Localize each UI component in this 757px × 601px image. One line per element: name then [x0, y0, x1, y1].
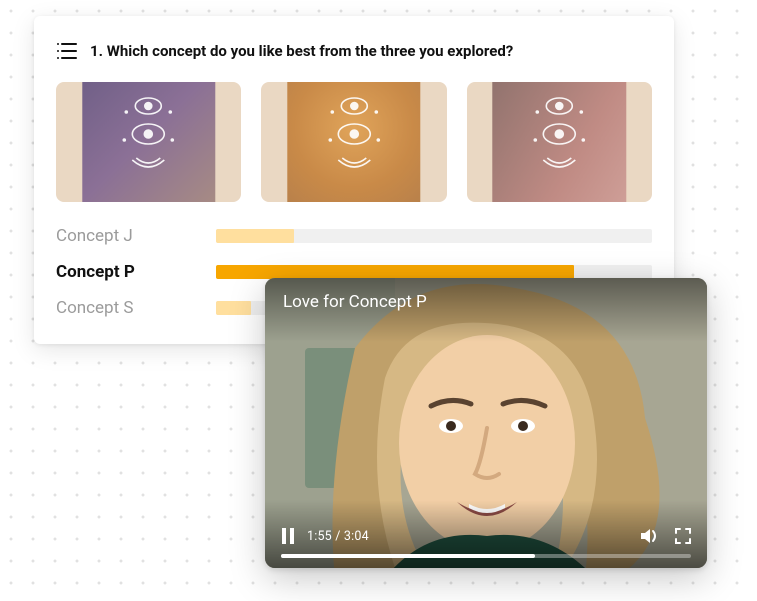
- video-title-text: Love for Concept P: [283, 292, 427, 312]
- question-body: Which concept do you like best from the …: [107, 42, 514, 60]
- question-text: 1. Which concept do you like best from t…: [90, 42, 513, 60]
- volume-button[interactable]: [641, 528, 661, 544]
- bar-fill: [216, 301, 251, 315]
- video-progress-track[interactable]: [281, 554, 691, 558]
- concept-label: Concept J: [56, 226, 196, 246]
- video-player[interactable]: Love for Concept P 1:55 / 3:04: [265, 278, 707, 568]
- video-progress-fill: [281, 554, 535, 558]
- question-header: 1. Which concept do you like best from t…: [56, 42, 652, 60]
- concept-thumbnail-p[interactable]: [261, 82, 446, 202]
- fullscreen-button[interactable]: [675, 528, 691, 544]
- video-duration: 3:04: [344, 529, 369, 544]
- concept-thumbnail-s[interactable]: [467, 82, 652, 202]
- concept-label: Concept S: [56, 298, 196, 318]
- pouch-art: [493, 82, 626, 202]
- question-number: 1.: [90, 42, 103, 60]
- pause-button[interactable]: [281, 528, 295, 544]
- pouch-art: [287, 82, 420, 202]
- concept-thumbnails: [56, 82, 652, 202]
- bar-row-j[interactable]: Concept J: [56, 226, 652, 246]
- bar-track: [216, 265, 652, 279]
- video-controls: 1:55 / 3:04: [265, 500, 707, 568]
- pouch-art: [82, 82, 215, 202]
- bar-fill: [216, 265, 574, 279]
- concept-thumbnail-j[interactable]: [56, 82, 241, 202]
- video-time: 1:55 / 3:04: [307, 529, 369, 544]
- video-title: Love for Concept P: [265, 278, 707, 342]
- list-icon: [56, 42, 78, 60]
- time-separator: /: [335, 529, 344, 544]
- bar-track: [216, 229, 652, 243]
- concept-label: Concept P: [56, 262, 196, 282]
- bar-fill: [216, 229, 294, 243]
- video-current-time: 1:55: [307, 529, 332, 544]
